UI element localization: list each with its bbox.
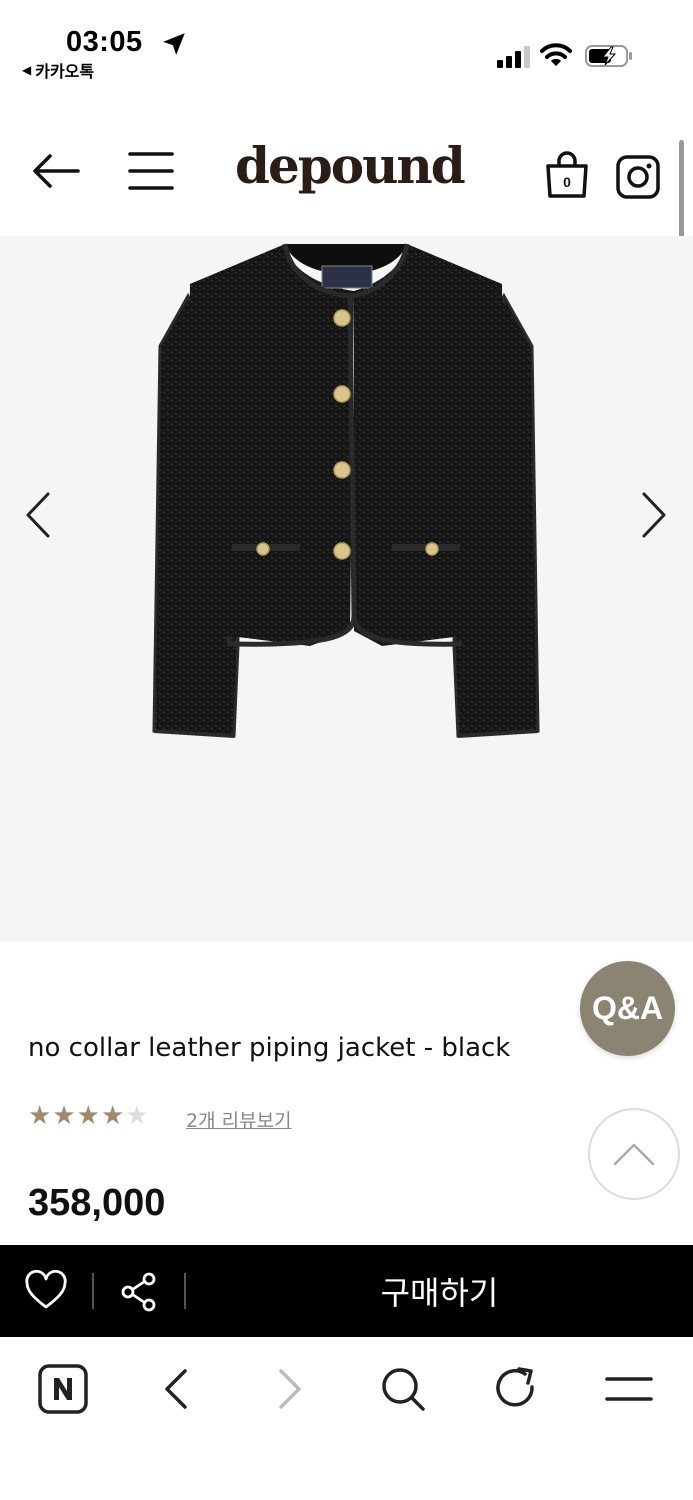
back-to-app-link[interactable]: ◀ 카카오톡 xyxy=(22,58,94,82)
scroll-to-top-button[interactable] xyxy=(588,1108,680,1200)
signal-icon xyxy=(497,46,530,68)
product-image-gallery[interactable] xyxy=(0,236,693,942)
product-price: 358,000 xyxy=(28,1182,166,1224)
instagram-icon[interactable] xyxy=(615,154,661,200)
share-icon[interactable] xyxy=(118,1271,160,1313)
back-triangle-icon: ◀ xyxy=(22,63,32,77)
qa-button[interactable]: Q&A xyxy=(580,961,675,1056)
chevron-up-icon xyxy=(613,1143,655,1166)
star-filled-icon: ★ xyxy=(28,1101,52,1131)
naver-home-button[interactable] xyxy=(35,1361,91,1417)
location-arrow-icon xyxy=(163,33,185,55)
browser-search-button[interactable] xyxy=(375,1361,431,1417)
browser-menu-button[interactable] xyxy=(601,1361,657,1417)
product-image xyxy=(152,243,540,738)
browser-back-button[interactable] xyxy=(148,1361,204,1417)
back-arrow-icon[interactable] xyxy=(28,148,84,194)
brand-logo[interactable]: depound xyxy=(235,136,466,195)
buy-button[interactable]: 구매하기 xyxy=(186,1245,693,1337)
back-chevron-icon xyxy=(165,1369,187,1409)
hamburger-menu-icon[interactable] xyxy=(126,148,176,194)
cart-count-badge: 0 xyxy=(563,174,571,190)
back-app-label: 카카오톡 xyxy=(35,62,95,81)
site-header: depound 0 xyxy=(0,120,693,236)
battery-charging-icon xyxy=(585,45,632,67)
chevron-right-icon[interactable] xyxy=(636,490,670,540)
divider xyxy=(92,1273,94,1309)
wifi-icon xyxy=(540,43,572,66)
status-bar: 03:05 ◀ 카카오톡 xyxy=(0,0,693,100)
heart-icon[interactable] xyxy=(24,1269,68,1313)
chevron-left-icon[interactable] xyxy=(22,490,56,540)
product-name: no collar leather piping jacket - black xyxy=(28,1033,511,1063)
menu-icon xyxy=(605,1377,653,1401)
star-filled-icon: ★ xyxy=(76,1101,100,1131)
star-filled-icon: ★ xyxy=(100,1101,125,1131)
cart-button[interactable]: 0 xyxy=(544,150,590,200)
rating-stars: ★ ★ ★ ★ ★ xyxy=(28,1101,149,1131)
naver-n-icon xyxy=(38,1364,88,1414)
status-time: 03:05 xyxy=(66,26,143,58)
star-empty-icon: ★ xyxy=(125,1101,149,1131)
star-filled-icon: ★ xyxy=(52,1101,76,1131)
reload-icon xyxy=(496,1367,534,1407)
browser-toolbar xyxy=(0,1337,693,1500)
review-link[interactable]: 2개 리뷰보기 xyxy=(186,1106,292,1133)
browser-forward-button[interactable] xyxy=(262,1361,318,1417)
purchase-bar: 구매하기 xyxy=(0,1245,693,1337)
forward-chevron-icon xyxy=(279,1369,301,1409)
search-icon xyxy=(382,1368,425,1411)
browser-reload-button[interactable] xyxy=(488,1361,544,1417)
